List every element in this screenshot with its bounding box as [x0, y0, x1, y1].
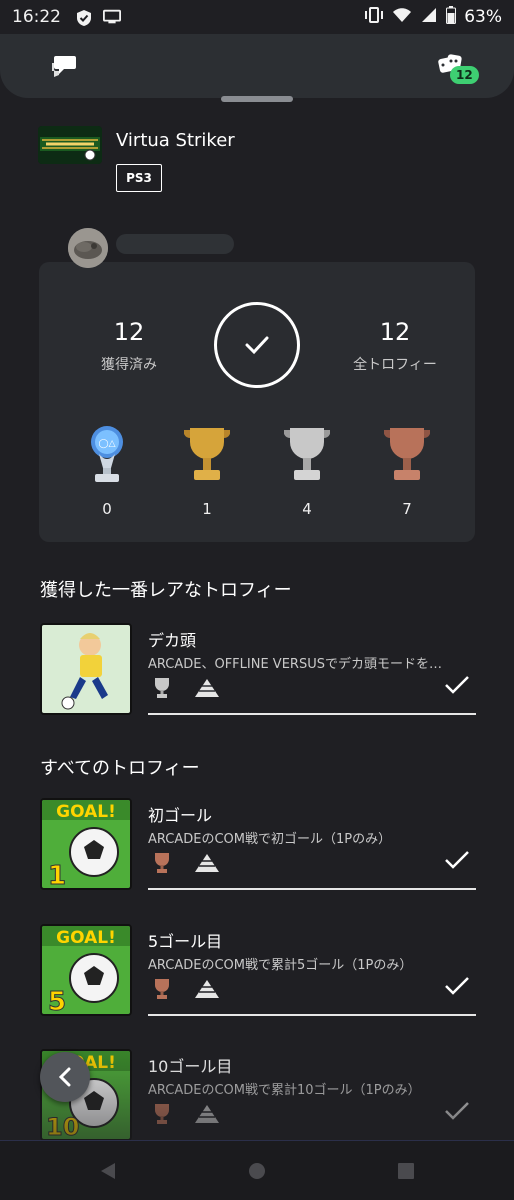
- trophy-row[interactable]: GOAL! 1 初ゴール ARCADEのCOM戦で初ゴール（1Pのみ）: [40, 798, 476, 894]
- check-icon: [445, 977, 469, 995]
- row-divider: [148, 1014, 476, 1016]
- user-name-placeholder: [116, 234, 234, 254]
- circle-home-icon: [249, 1163, 265, 1179]
- silver-count: 4: [302, 500, 312, 518]
- game-count-badge: 12: [450, 66, 479, 84]
- chat-icon: [52, 56, 76, 77]
- trophy-meta: [152, 677, 220, 699]
- square-recents-icon: [398, 1163, 414, 1179]
- total-label: 全トロフィー: [353, 357, 437, 373]
- rarest-trophy-row[interactable]: デカ頭 ARCADE、OFFLINE VERSUSでデカ頭モードを…: [40, 623, 476, 719]
- platinum-count: 0: [102, 500, 112, 518]
- rarity-icon: [195, 1105, 219, 1123]
- gold-trophy-stat: 1: [177, 424, 237, 518]
- platinum-trophy-icon: ◯△: [91, 426, 123, 482]
- drag-handle[interactable]: [221, 96, 293, 102]
- trophy-description: ARCADEのCOM戦で初ゴール（1Pのみ）: [148, 832, 392, 847]
- total-stat: 12 全トロフィー: [335, 318, 455, 374]
- trophy-description: ARCADEのCOM戦で累計10ゴール（1Pのみ）: [148, 1083, 421, 1098]
- rarity-icon: [195, 854, 219, 872]
- trophy-description: ARCADE、OFFLINE VERSUSでデカ頭モードを…: [148, 657, 442, 672]
- trophy-image: [40, 623, 132, 715]
- bronze-trophy-stat: 7: [377, 424, 437, 518]
- vibrate-icon: [364, 6, 384, 28]
- row-divider: [148, 713, 476, 715]
- bronze-trophy-icon: [384, 428, 430, 480]
- trophy-row[interactable]: GOAL! 10 10ゴール目 ARCADEのCOM戦で累計10ゴール（1Pのみ…: [40, 1049, 476, 1145]
- row-divider: [148, 888, 476, 890]
- game-list-button[interactable]: 12: [432, 48, 479, 84]
- trophy-name: 初ゴール: [148, 806, 213, 825]
- trophy-name: デカ頭: [148, 631, 197, 650]
- chevron-left-icon: [58, 1067, 71, 1087]
- trophy-meta: [152, 852, 220, 874]
- trophy-name: 5ゴール目: [148, 932, 223, 951]
- rarity-icon: [195, 679, 219, 697]
- all-trophies-section-title: すべてのトロフィー: [40, 758, 200, 779]
- goal-number-text: 10: [46, 1113, 79, 1139]
- gold-count: 1: [202, 500, 212, 518]
- gold-trophy-icon: [184, 428, 230, 480]
- silver-trophy-icon: [155, 678, 169, 698]
- silver-trophy-icon: [284, 428, 330, 480]
- system-nav-bar: [0, 1140, 514, 1200]
- rarity-icon: [195, 980, 219, 998]
- status-indicators: 63%: [364, 0, 502, 34]
- total-count: 12: [379, 318, 411, 346]
- status-time: 16:22: [12, 7, 61, 27]
- nav-recents-button[interactable]: [394, 1159, 418, 1183]
- bronze-trophy-icon: [155, 853, 169, 873]
- nav-back-button[interactable]: [96, 1159, 120, 1183]
- nav-home-button[interactable]: [245, 1159, 269, 1183]
- trophy-image: GOAL! 5: [40, 924, 132, 1016]
- rarest-section-title: 獲得した一番レアなトロフィー: [40, 580, 292, 601]
- game-header: Virtua Striker PS3: [38, 126, 478, 196]
- check-icon: [445, 851, 469, 869]
- silver-trophy-stat: 4: [277, 424, 337, 518]
- trophy-meta: [152, 1103, 220, 1125]
- check-icon: [445, 1102, 469, 1120]
- earned-stat: 12 獲得済み: [69, 318, 189, 374]
- check-icon: [445, 676, 469, 694]
- bronze-count: 7: [402, 500, 412, 518]
- earned-label: 獲得済み: [101, 357, 157, 373]
- shield-icon: [75, 9, 93, 26]
- trophy-name: 10ゴール目: [148, 1057, 233, 1076]
- goal-banner-text: GOAL!: [56, 928, 116, 948]
- completion-circle: [214, 302, 300, 388]
- goal-number-text: 5: [48, 987, 66, 1014]
- earned-count: 12: [113, 318, 145, 346]
- svg-text:◯△: ◯△: [99, 439, 116, 449]
- back-button[interactable]: [40, 1052, 90, 1102]
- screen-cast-icon: [103, 9, 121, 25]
- battery-icon: [446, 5, 457, 29]
- trophy-row[interactable]: GOAL! 5 5ゴール目 ARCADEのCOM戦で累計5ゴール（1Pのみ）: [40, 924, 476, 1020]
- battery-percent: 63%: [464, 7, 502, 27]
- triangle-back-icon: [101, 1163, 115, 1179]
- chat-button[interactable]: [46, 48, 82, 84]
- game-title: Virtua Striker: [116, 130, 235, 151]
- game-logo: [38, 126, 102, 164]
- bronze-trophy-icon: [155, 979, 169, 999]
- trophy-meta: [152, 978, 220, 1000]
- avatar[interactable]: [68, 228, 108, 268]
- check-icon: [245, 336, 269, 355]
- wifi-icon: [392, 7, 412, 28]
- bronze-trophy-icon: [155, 1104, 169, 1124]
- signal-icon: [420, 7, 438, 28]
- top-header: 12: [0, 34, 514, 98]
- trophy-description: ARCADEのCOM戦で累計5ゴール（1Pのみ）: [148, 958, 413, 973]
- platform-tag: PS3: [116, 164, 162, 192]
- platinum-trophy-stat: ◯△ 0: [77, 424, 137, 518]
- trophy-image: GOAL! 1: [40, 798, 132, 890]
- trophy-summary-card: 12 獲得済み 12 全トロフィー ◯△ 0 1 4 7: [39, 262, 475, 542]
- goal-banner-text: GOAL!: [56, 802, 116, 822]
- goal-number-text: 1: [48, 861, 66, 888]
